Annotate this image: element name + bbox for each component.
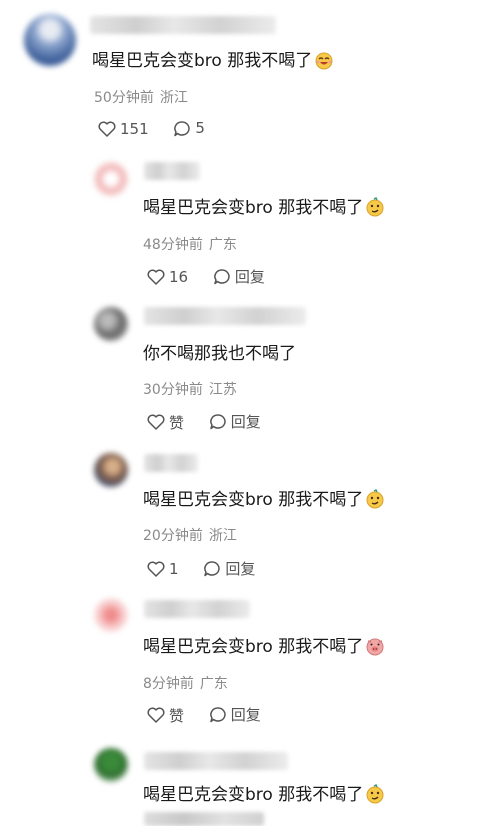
avatar[interactable] [94, 748, 128, 782]
reply-button[interactable]: 5 [173, 119, 205, 137]
reply-item: 喝星巴克会变bro 那我不喝了 20分钟前 浙江 1 回复 [0, 440, 480, 588]
comment-location: 浙江 [159, 90, 188, 106]
like-count: 16 [169, 268, 189, 286]
username-blurred[interactable] [144, 307, 306, 325]
like-count: 1 [169, 560, 179, 578]
speech-bubble-icon [204, 561, 221, 577]
reply-label: 回复 [230, 706, 261, 724]
comment-text: 喝星巴克会变bro 那我不喝了 [143, 197, 385, 219]
avatar[interactable] [94, 162, 128, 196]
comment-time: 8分钟前 [143, 676, 194, 692]
reply-label: 回复 [234, 268, 265, 286]
comment-meta: 8分钟前 广东 [143, 673, 228, 693]
speech-bubble-icon [214, 269, 230, 285]
avatar[interactable] [94, 453, 128, 487]
like-count: 151 [120, 119, 149, 138]
like-button[interactable]: 151 [98, 120, 149, 138]
username-blurred[interactable] [144, 600, 250, 618]
reply-label: 回复 [230, 413, 261, 431]
comment-text: 你不喝那我也不喝了 [143, 344, 296, 364]
comment-location: 江苏 [208, 382, 237, 398]
speech-bubble-icon [209, 707, 226, 723]
smirk-face-icon [366, 197, 384, 217]
comment-location: 浙江 [208, 528, 237, 544]
comment-text: 喝星巴克会变bro 那我不喝了 [143, 489, 385, 511]
speech-bubble-icon [209, 414, 226, 430]
reply-button[interactable]: 回复 [209, 411, 261, 432]
heart-outline-icon [147, 707, 165, 723]
comment-actions: 1 回复 [147, 558, 275, 581]
comment-location: 广东 [199, 676, 228, 692]
comment-time: 48分钟前 [143, 237, 203, 253]
like-button[interactable]: 16 [147, 268, 188, 286]
avatar[interactable] [94, 307, 128, 341]
avatar[interactable] [24, 14, 76, 66]
speech-bubble-icon [174, 120, 191, 136]
comment-text: 喝星巴克会变bro 那我不喝了 [92, 50, 334, 72]
heart-outline-icon [147, 414, 165, 430]
username-blurred[interactable] [144, 752, 288, 770]
reply-item: 喝星巴克会变bro 那我不喝了 48分钟前 广东 16 回复 [0, 150, 480, 295]
comment-meta: 50分钟前 浙江 [94, 87, 188, 107]
comment-text: 喝星巴克会变bro 那我不喝了 [143, 636, 385, 658]
username-blurred[interactable] [144, 454, 198, 472]
username-blurred[interactable] [90, 16, 276, 34]
comment-meta: 20分钟前 浙江 [143, 525, 237, 545]
comment-actions: 赞 回复 [147, 704, 281, 727]
reply-button[interactable]: 回复 [209, 704, 261, 725]
comment-meta: 48分钟前 广东 [143, 234, 237, 254]
like-button[interactable]: 1 [147, 560, 179, 578]
reply-item: 喝星巴克会变bro 那我不喝了 [0, 734, 480, 822]
like-count: 赞 [169, 706, 185, 725]
pig-face-icon [366, 638, 384, 656]
comment-meta: 30分钟前 江苏 [143, 379, 237, 399]
reply-button[interactable]: 回复 [203, 558, 255, 579]
comment-time: 30分钟前 [143, 382, 203, 398]
reply-count: 5 [195, 119, 205, 137]
comment-text: 喝星巴克会变bro 那我不喝了 [143, 784, 385, 806]
reply-button[interactable]: 回复 [213, 266, 265, 287]
laughing-face-icon [315, 52, 333, 70]
reply-label: 回复 [225, 560, 256, 578]
comment-meta-cutoff [144, 812, 264, 826]
smirk-face-icon [366, 489, 384, 509]
heart-outline-icon [98, 121, 116, 137]
like-button[interactable]: 赞 [147, 412, 184, 433]
heart-outline-icon [147, 561, 165, 577]
like-button[interactable]: 赞 [147, 705, 184, 726]
username-blurred[interactable] [144, 162, 200, 180]
reply-item: 喝星巴克会变bro 那我不喝了 8分钟前 广东 赞 回复 [0, 588, 480, 734]
comment-actions: 16 回复 [147, 266, 285, 289]
comment-item: 喝星巴克会变bro 那我不喝了 50分钟前 浙江 151 5 [0, 0, 480, 150]
comment-location: 广东 [208, 237, 237, 253]
comment-time: 20分钟前 [143, 528, 203, 544]
comment-actions: 赞 回复 [147, 411, 281, 434]
avatar[interactable] [94, 598, 128, 632]
comment-actions: 151 5 [98, 119, 225, 141]
smirk-face-icon [366, 784, 384, 804]
comment-time: 50分钟前 [94, 90, 154, 106]
heart-outline-icon [147, 269, 165, 285]
reply-item: 你不喝那我也不喝了 30分钟前 江苏 赞 回复 [0, 295, 480, 440]
like-count: 赞 [169, 413, 185, 432]
